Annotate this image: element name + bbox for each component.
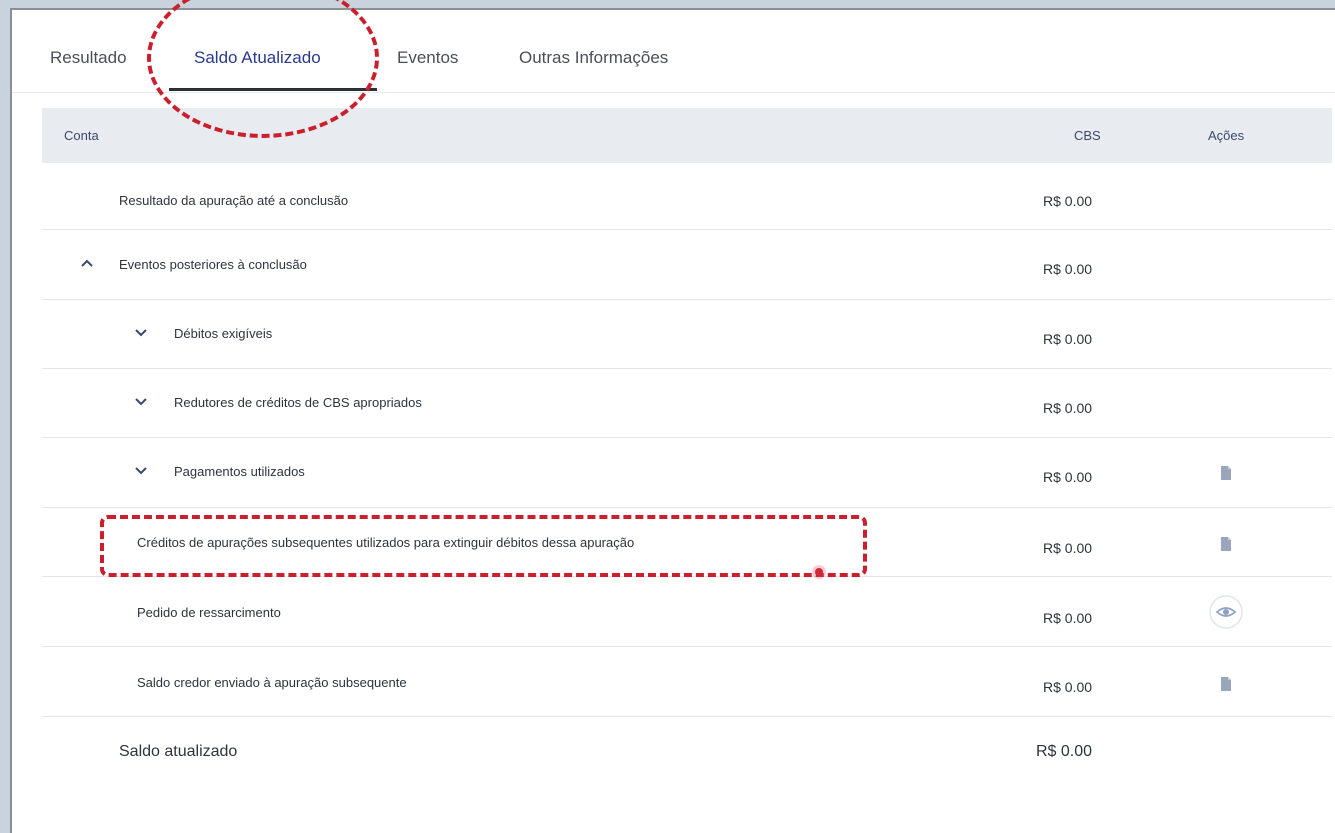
tab-saldo-atualizado[interactable]: Saldo Atualizado: [194, 48, 321, 68]
row-label: Pagamentos utilizados: [174, 464, 305, 479]
tab-outras-informacoes[interactable]: Outras Informações: [519, 48, 668, 68]
main-panel: Resultado Saldo Atualizado Eventos Outra…: [10, 8, 1335, 833]
document-icon[interactable]: [1218, 464, 1234, 482]
expand-chevron-icon[interactable]: [134, 394, 148, 410]
row-label: Créditos de apurações subsequentes utili…: [137, 535, 635, 550]
table-row: Pedido de ressarcimento R$ 0.00: [42, 576, 1332, 647]
row-value: R$ 0.00: [1043, 400, 1093, 416]
table-row: Débitos exigíveis R$ 0.00: [42, 299, 1332, 369]
total-row: Saldo atualizado R$ 0.00: [42, 716, 1332, 786]
document-icon[interactable]: [1218, 675, 1234, 693]
table-row: Eventos posteriores à conclusão R$ 0.00: [42, 229, 1332, 300]
row-label: Saldo credor enviado à apuração subseque…: [137, 675, 407, 690]
row-label: Eventos posteriores à conclusão: [119, 257, 307, 272]
document-icon[interactable]: [1218, 535, 1234, 553]
row-label: Redutores de créditos de CBS apropriados: [174, 395, 422, 410]
row-label: Pedido de ressarcimento: [137, 605, 281, 620]
table-row: Créditos de apurações subsequentes utili…: [42, 507, 1332, 577]
row-label: Resultado da apuração até a conclusão: [119, 193, 349, 208]
expand-chevron-icon[interactable]: [134, 325, 148, 341]
row-value: R$ 0.00: [1043, 469, 1093, 485]
eye-icon[interactable]: [1209, 595, 1243, 629]
expand-chevron-icon[interactable]: [134, 463, 148, 479]
table-row: Pagamentos utilizados R$ 0.00: [42, 437, 1332, 508]
tab-bar: Resultado Saldo Atualizado Eventos Outra…: [12, 10, 1335, 93]
total-value: R$ 0.00: [1036, 743, 1093, 760]
column-header-conta: Conta: [64, 128, 99, 143]
tab-resultado[interactable]: Resultado: [50, 48, 127, 68]
table-row: Saldo credor enviado à apuração subseque…: [42, 646, 1332, 717]
row-value: R$ 0.00: [1043, 261, 1093, 277]
row-value: R$ 0.00: [1043, 331, 1093, 347]
cursor-icon: [812, 565, 826, 579]
row-value: R$ 0.00: [1043, 610, 1093, 626]
active-tab-underline: [169, 88, 377, 91]
row-value: R$ 0.00: [1043, 540, 1093, 556]
table-row: Resultado da apuração até a conclusão R$…: [42, 163, 1332, 230]
table-header: Conta CBS Ações: [42, 108, 1332, 163]
tab-eventos[interactable]: Eventos: [397, 48, 458, 68]
row-value: R$ 0.00: [1043, 679, 1093, 695]
column-header-acoes: Ações: [1208, 128, 1245, 143]
total-label: Saldo atualizado: [119, 743, 238, 760]
collapse-chevron-icon[interactable]: [80, 255, 94, 271]
row-label: Débitos exigíveis: [174, 326, 273, 341]
table-row: Redutores de créditos de CBS apropriados…: [42, 368, 1332, 438]
column-header-cbs: CBS: [1074, 128, 1101, 143]
row-value: R$ 0.00: [1043, 193, 1093, 209]
